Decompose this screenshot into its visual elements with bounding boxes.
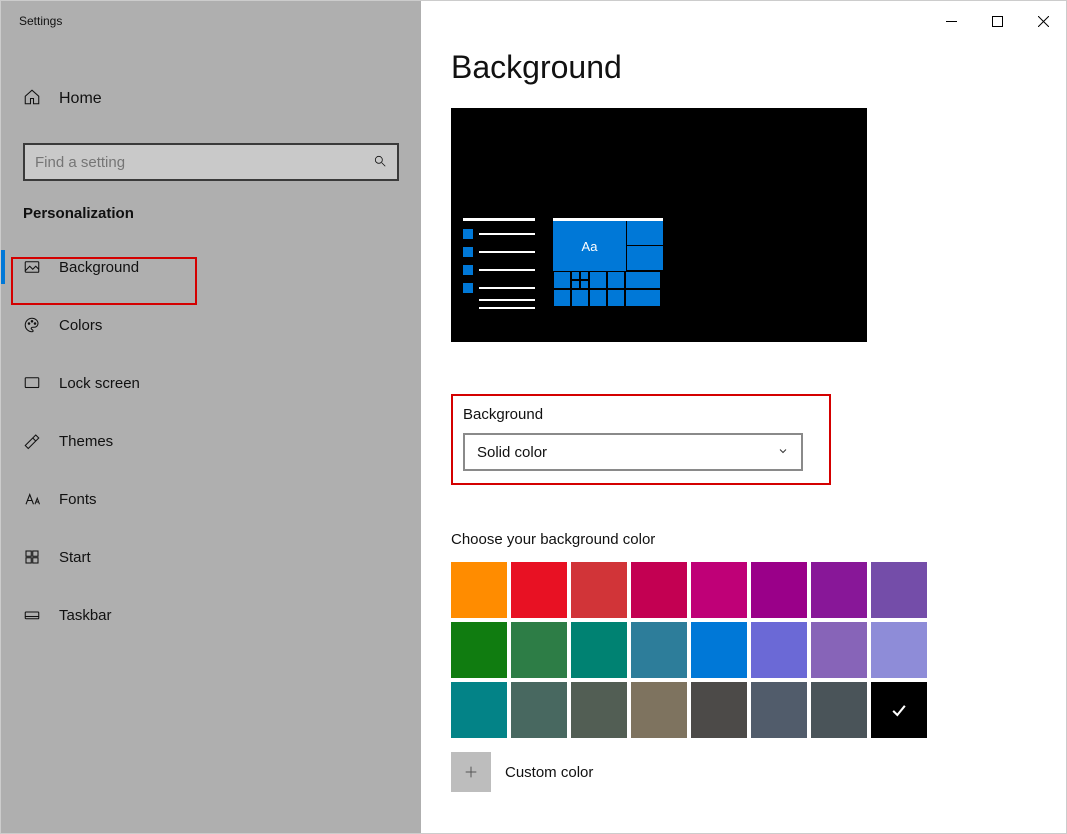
color-swatch[interactable]	[691, 622, 747, 678]
background-field-label: Background	[463, 406, 819, 423]
nav-item-fonts[interactable]: Fonts	[1, 476, 421, 522]
content-area: Background Aa	[421, 1, 1066, 833]
color-swatch[interactable]	[571, 682, 627, 738]
custom-color-label: Custom color	[505, 764, 593, 781]
maximize-button[interactable]	[974, 1, 1020, 41]
minimize-button[interactable]	[928, 1, 974, 41]
color-swatch[interactable]	[871, 682, 927, 738]
nav-item-label: Themes	[59, 433, 113, 450]
start-icon	[23, 548, 41, 566]
color-swatch[interactable]	[751, 622, 807, 678]
titlebar: Settings	[1, 1, 421, 41]
background-dropdown[interactable]: Solid color	[463, 433, 803, 471]
search-icon	[373, 154, 387, 171]
color-swatch[interactable]	[751, 562, 807, 618]
nav-item-lock-screen[interactable]: Lock screen	[1, 360, 421, 406]
color-swatch[interactable]	[631, 622, 687, 678]
color-swatch[interactable]	[811, 562, 867, 618]
color-swatch[interactable]	[631, 682, 687, 738]
app-title: Settings	[1, 14, 62, 28]
annotation-highlight-dropdown: Background Solid color	[451, 394, 831, 485]
color-swatch[interactable]	[691, 682, 747, 738]
window-caption-buttons	[928, 1, 1066, 41]
background-dropdown-value: Solid color	[477, 444, 547, 461]
color-swatch[interactable]	[571, 562, 627, 618]
page-title: Background	[451, 49, 1036, 86]
settings-window: Settings Home Personalization Background	[1, 1, 1066, 833]
custom-color-row: Custom color	[451, 752, 1036, 792]
category-label: Personalization	[23, 205, 421, 222]
close-button[interactable]	[1020, 1, 1066, 41]
custom-color-button[interactable]	[451, 752, 491, 792]
color-swatch[interactable]	[811, 682, 867, 738]
lock-screen-icon	[23, 374, 41, 392]
taskbar-icon	[23, 606, 41, 624]
nav-item-label: Start	[59, 549, 91, 566]
nav-item-background[interactable]: Background	[1, 244, 421, 290]
sidebar: Settings Home Personalization Background	[1, 1, 421, 833]
color-swatch[interactable]	[511, 682, 567, 738]
fonts-icon	[23, 490, 41, 508]
color-swatch[interactable]	[451, 682, 507, 738]
image-icon	[23, 258, 41, 276]
nav-item-label: Fonts	[59, 491, 97, 508]
home-icon	[23, 88, 41, 111]
nav-item-themes[interactable]: Themes	[1, 418, 421, 464]
search-input[interactable]	[35, 154, 373, 171]
color-swatch[interactable]	[451, 562, 507, 618]
desktop-preview: Aa	[451, 108, 867, 342]
nav-item-label: Background	[59, 259, 139, 276]
color-swatch[interactable]	[451, 622, 507, 678]
color-swatch[interactable]	[631, 562, 687, 618]
nav-list: Background Colors Lock screen	[1, 244, 421, 638]
nav-item-start[interactable]: Start	[1, 534, 421, 580]
color-swatch[interactable]	[511, 562, 567, 618]
preview-start-tiles: Aa	[553, 218, 663, 328]
color-swatch[interactable]	[511, 622, 567, 678]
choose-color-label: Choose your background color	[451, 531, 1036, 548]
preview-sample-text: Aa	[553, 221, 627, 271]
nav-item-label: Taskbar	[59, 607, 112, 624]
color-swatch[interactable]	[811, 622, 867, 678]
nav-item-label: Colors	[59, 317, 102, 334]
chevron-down-icon	[777, 445, 789, 460]
search-input-wrapper[interactable]	[23, 143, 399, 181]
color-swatch[interactable]	[871, 562, 927, 618]
home-label: Home	[59, 90, 102, 108]
nav-item-taskbar[interactable]: Taskbar	[1, 592, 421, 638]
palette-icon	[23, 316, 41, 334]
color-swatch[interactable]	[691, 562, 747, 618]
color-swatch[interactable]	[871, 622, 927, 678]
themes-icon	[23, 432, 41, 450]
color-grid	[451, 562, 1036, 738]
nav-item-colors[interactable]: Colors	[1, 302, 421, 348]
home-button[interactable]: Home	[1, 77, 421, 121]
color-swatch[interactable]	[751, 682, 807, 738]
preview-start-left	[463, 218, 535, 328]
color-swatch[interactable]	[571, 622, 627, 678]
nav-item-label: Lock screen	[59, 375, 140, 392]
